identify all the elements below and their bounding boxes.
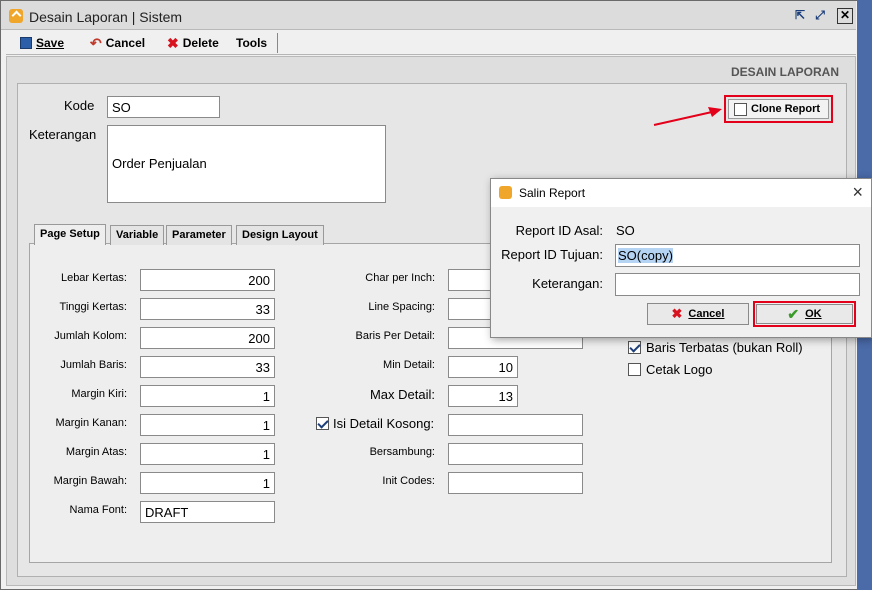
keterangan-textarea[interactable]: Order Penjualan [107, 125, 386, 203]
page-setup-input[interactable]: 1 [140, 472, 275, 494]
checkmark-icon: ✔ [787, 305, 800, 322]
kode-input[interactable]: SO [107, 96, 220, 118]
page-setup-label: Tinggi Kertas: [59, 301, 127, 313]
clone-report-checkbox[interactable]: Clone Report [728, 99, 829, 119]
page-setup-label: Jumlah Kolom: [54, 330, 127, 342]
line-spacing-input[interactable] [448, 298, 492, 320]
checkbox-icon [628, 363, 641, 376]
page-setup-input[interactable]: 33 [140, 356, 275, 378]
dialog-ok-button[interactable]: ✔ OK [756, 304, 853, 324]
checkbox-icon [734, 102, 747, 116]
page-setup-input[interactable]: 200 [140, 327, 275, 349]
page-setup-input[interactable]: 1 [140, 385, 275, 407]
min-detail-label: Min Detail: [383, 359, 435, 371]
salin-report-dialog: Salin Report × Report ID Asal: SO Report… [490, 178, 872, 338]
max-detail-input[interactable]: 13 [448, 385, 518, 407]
tab-page-setup[interactable]: Page Setup [34, 224, 106, 245]
maximize-icon[interactable]: ⤢ [812, 8, 828, 24]
dialog-keterangan-input[interactable] [615, 273, 860, 296]
toolbar: Save ↶ Cancel ✖ Delete Tools [6, 31, 856, 55]
max-detail-label: Max Detail: [369, 387, 435, 402]
char-per-inch-input[interactable] [448, 269, 492, 291]
page-setup-input[interactable]: 200 [140, 269, 275, 291]
line-spacing-label: Line Spacing: [368, 301, 435, 313]
close-icon[interactable]: × [852, 182, 863, 203]
tools-button[interactable]: Tools [236, 34, 267, 52]
init-codes-label: Init Codes: [382, 475, 435, 487]
section-title: DESAIN LAPORAN [730, 65, 839, 79]
page-setup-label: Margin Atas: [65, 446, 127, 458]
page-setup-input[interactable]: 1 [140, 443, 275, 465]
baris-per-detail-label: Baris Per Detail: [355, 330, 435, 342]
toolbar-separator [277, 33, 278, 53]
page-setup-input[interactable]: 33 [140, 298, 275, 320]
window-title: Desain Laporan | Sistem [29, 9, 183, 25]
tujuan-input[interactable]: SO(copy) [615, 244, 860, 267]
tujuan-selected-text: SO(copy) [618, 248, 673, 263]
checked-icon [628, 341, 641, 354]
save-button[interactable]: Save [20, 34, 64, 52]
floppy-icon [20, 37, 32, 49]
asal-label: Report ID Asal: [515, 223, 603, 238]
tab-variable[interactable]: Variable [110, 225, 165, 245]
arrow-annotation [653, 107, 722, 126]
bersambung-label: Bersambung: [369, 446, 435, 458]
close-icon[interactable]: ✕ [837, 8, 853, 24]
dialog-cancel-button[interactable]: ✖ Cancel [647, 303, 749, 325]
dialog-keterangan-label: Keterangan: [532, 276, 603, 291]
min-detail-input[interactable]: 10 [448, 356, 518, 378]
cancel-button[interactable]: ↶ Cancel [90, 34, 145, 52]
tab-design-layout[interactable]: Design Layout [236, 225, 324, 245]
keterangan-label: Keterangan [29, 127, 97, 142]
baris-terbatas-checkbox[interactable]: Baris Terbatas (bukan Roll) [628, 340, 803, 355]
page-setup-label: Lebar Kertas: [60, 272, 127, 284]
app-icon [499, 186, 512, 199]
delete-button[interactable]: ✖ Delete [167, 34, 219, 52]
page-setup-input[interactable]: 1 [140, 414, 275, 436]
page-setup-label: Margin Kanan: [55, 417, 127, 429]
init-codes-input[interactable] [448, 472, 583, 494]
char-per-inch-label: Char per Inch: [365, 272, 435, 284]
tujuan-label: Report ID Tujuan: [501, 247, 603, 262]
isi-detail-kosong-input[interactable] [448, 414, 583, 436]
undo-icon: ↶ [90, 34, 102, 51]
app-icon [9, 9, 23, 23]
title-bar: Desain Laporan | Sistem ⇱ ⤢ ✕ [1, 1, 856, 30]
dialog-title: Salin Report [519, 186, 586, 200]
bersambung-input[interactable] [448, 443, 583, 465]
asal-value: SO [616, 223, 635, 238]
page-setup-label: Jumlah Baris: [60, 359, 127, 371]
page-setup-label: Margin Bawah: [53, 475, 127, 487]
kode-label: Kode [64, 98, 95, 113]
tab-parameter[interactable]: Parameter [166, 225, 232, 245]
cancel-icon: ✖ [671, 306, 683, 321]
restore-icon[interactable]: ⇱ [792, 8, 808, 24]
cetak-logo-checkbox[interactable]: Cetak Logo [628, 362, 713, 377]
checked-icon [316, 417, 329, 430]
page-setup-label: Margin Kiri: [71, 388, 127, 400]
page-setup-label: Nama Font: [69, 504, 127, 516]
page-setup-input[interactable]: DRAFT [140, 501, 275, 523]
dialog-title-bar: Salin Report × [491, 179, 871, 207]
delete-icon: ✖ [167, 34, 179, 51]
isi-detail-kosong-checkbox[interactable]: Isi Detail Kosong: [316, 416, 434, 431]
